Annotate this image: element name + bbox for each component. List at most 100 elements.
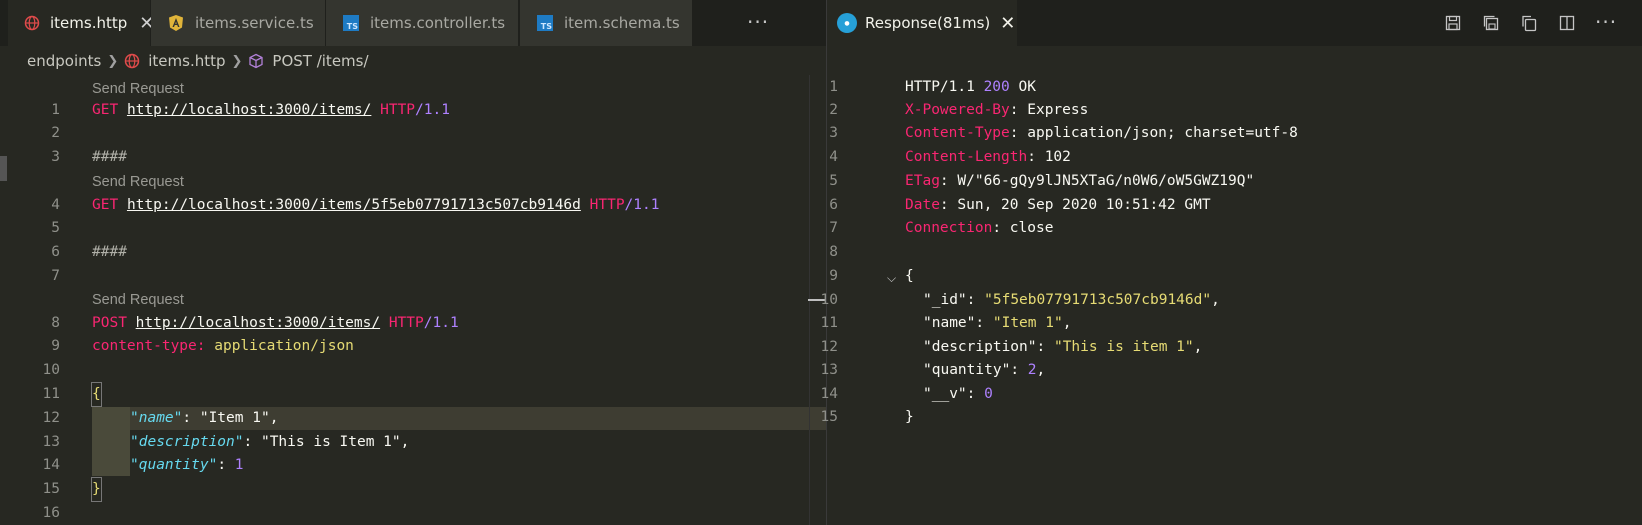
response-tab-bar: ● Response(81ms) ✕ ···: [827, 0, 1642, 46]
json-close-brace: }: [905, 409, 914, 425]
breadcrumb-symbol[interactable]: POST /items/: [272, 52, 368, 70]
status-code: 200: [983, 79, 1010, 95]
code-line[interactable]: {: [91, 382, 102, 407]
save-body-icon[interactable]: [1481, 13, 1501, 33]
tab-items-controller[interactable]: TS items.controller.ts: [326, 0, 518, 46]
http-protocol: HTTP: [589, 197, 625, 213]
editor-tab-bar: items.http ✕ items.service.ts TS items.c…: [0, 0, 826, 46]
json-line: "name": "Item 1",: [923, 315, 1072, 331]
header-value: Sun, 20 Sep 2020 10:51:42 GMT: [957, 197, 1211, 213]
breadcrumb-file[interactable]: items.http: [148, 52, 225, 70]
response-header: Content-Type: application/json; charset=…: [905, 125, 1298, 141]
code-line[interactable]: "quantity": 1: [130, 454, 244, 477]
header-key: X-Powered-By: [905, 102, 1010, 118]
chevron-right-icon: ❯: [107, 53, 119, 69]
json-key: "description": [130, 434, 244, 450]
code-line[interactable]: }: [91, 477, 102, 502]
line-number: 6: [829, 197, 838, 213]
line-number: 8: [829, 244, 838, 260]
line-number: 6: [51, 244, 60, 260]
status-text: OK: [1018, 79, 1036, 95]
header-key: ETag: [905, 173, 940, 189]
code-line[interactable]: GET http://localhost:3000/items/ HTTP/1.…: [92, 99, 450, 122]
json-value: 2: [1027, 362, 1037, 378]
more-icon[interactable]: ···: [1595, 10, 1617, 34]
tab-label: Response(81ms): [865, 14, 991, 32]
request-url[interactable]: http://localhost:3000/items/: [127, 102, 371, 118]
tab-response[interactable]: ● Response(81ms) ✕: [827, 0, 1017, 46]
send-request-link[interactable]: Send Request: [92, 290, 184, 310]
response-header: X-Powered-By: Express: [905, 102, 1089, 118]
json-colon: :: [217, 457, 235, 473]
header-key: content-type:: [92, 338, 206, 354]
json-value: : "This is Item 1",: [243, 434, 410, 450]
tab-item-schema[interactable]: TS item.schema.ts: [520, 0, 692, 46]
tab-items-service[interactable]: items.service.ts: [151, 0, 325, 46]
line-number: 12: [42, 410, 60, 426]
code-line[interactable]: "description": "This is Item 1",: [130, 431, 409, 454]
chevron-down-icon[interactable]: ⌵: [887, 271, 896, 286]
http-method: GET: [92, 197, 119, 213]
tab-label: item.schema.ts: [564, 14, 680, 32]
chevron-right-icon: ❯: [231, 53, 243, 69]
send-request-link[interactable]: Send Request: [92, 172, 184, 192]
line-number: 7: [829, 220, 838, 236]
request-editor-pane: items.http ✕ items.service.ts TS items.c…: [0, 0, 826, 525]
line-number: 1: [51, 102, 60, 118]
json-line: "quantity": 2,: [923, 362, 1046, 378]
line-number: 2: [829, 102, 838, 118]
line-number: 11: [820, 315, 838, 331]
response-header: ETag: W/"66-gQy9lJN5XTaG/n0W6/oW5GWZ19Q": [905, 173, 1255, 189]
close-icon[interactable]: ✕: [1000, 13, 1015, 34]
json-key: "name": [130, 410, 183, 426]
line-number: 13: [42, 434, 60, 450]
cube-icon: [248, 53, 264, 69]
line-number: 15: [820, 409, 838, 425]
header-value: W/"66-gQy9lJN5XTaG/n0W6/oW5GWZ19Q": [957, 173, 1255, 189]
copy-icon[interactable]: [1519, 13, 1539, 33]
http-method: GET: [92, 102, 119, 118]
json-value: : "Item 1",: [182, 410, 279, 426]
json-key: "_id": [923, 292, 967, 308]
tab-label: items.http: [50, 14, 128, 32]
http-version: /1.1: [423, 315, 459, 331]
tab-label: items.controller.ts: [370, 14, 506, 32]
json-value: "Item 1": [992, 315, 1063, 331]
code-line[interactable]: "name": "Item 1",: [130, 407, 278, 430]
header-key: Content-Type: [905, 125, 1010, 141]
line-number: 10: [820, 292, 838, 308]
header-value: 102: [1044, 149, 1071, 165]
line-number: 1: [829, 79, 838, 95]
line-number: 7: [51, 268, 60, 284]
split-editor-icon[interactable]: [1557, 13, 1577, 33]
line-number: 11: [42, 386, 60, 402]
line-number: 3: [51, 149, 60, 165]
json-value: 1: [234, 457, 244, 473]
globe-icon: [124, 53, 140, 69]
breadcrumb-folder[interactable]: endpoints: [27, 52, 101, 70]
request-url[interactable]: http://localhost:3000/items/: [136, 315, 380, 331]
line-number: 5: [51, 220, 60, 236]
more-actions-icon[interactable]: ···: [747, 10, 769, 34]
code-line[interactable]: content-type: application/json: [92, 335, 354, 358]
response-header: Date: Sun, 20 Sep 2020 10:51:42 GMT: [905, 197, 1211, 213]
typescript-icon: TS: [342, 14, 360, 32]
line-number: 4: [829, 149, 838, 165]
code-line[interactable]: ####: [92, 146, 127, 169]
json-line: "_id": "5f5eb07791713c507cb9146d",: [923, 292, 1220, 308]
line-number: 14: [42, 457, 60, 473]
json-key: "quantity": [923, 362, 1011, 378]
save-icon[interactable]: [1443, 13, 1463, 33]
response-header: Connection: close: [905, 220, 1054, 236]
send-request-link[interactable]: Send Request: [92, 79, 184, 99]
code-line[interactable]: ####: [92, 241, 127, 264]
code-line[interactable]: GET http://localhost:3000/items/5f5eb077…: [92, 194, 659, 217]
request-url[interactable]: http://localhost:3000/items/5f5eb0779171…: [127, 197, 581, 213]
tab-items-http[interactable]: items.http ✕: [8, 0, 154, 46]
json-key: "quantity": [130, 457, 218, 473]
header-key: Connection: [905, 220, 993, 236]
code-line[interactable]: POST http://localhost:3000/items/ HTTP/1…: [92, 312, 459, 335]
response-status-line: HTTP/1.1 200 OK: [905, 76, 1036, 99]
json-value: "5f5eb07791713c507cb9146d": [984, 292, 1212, 308]
json-key: "description": [923, 339, 1037, 355]
